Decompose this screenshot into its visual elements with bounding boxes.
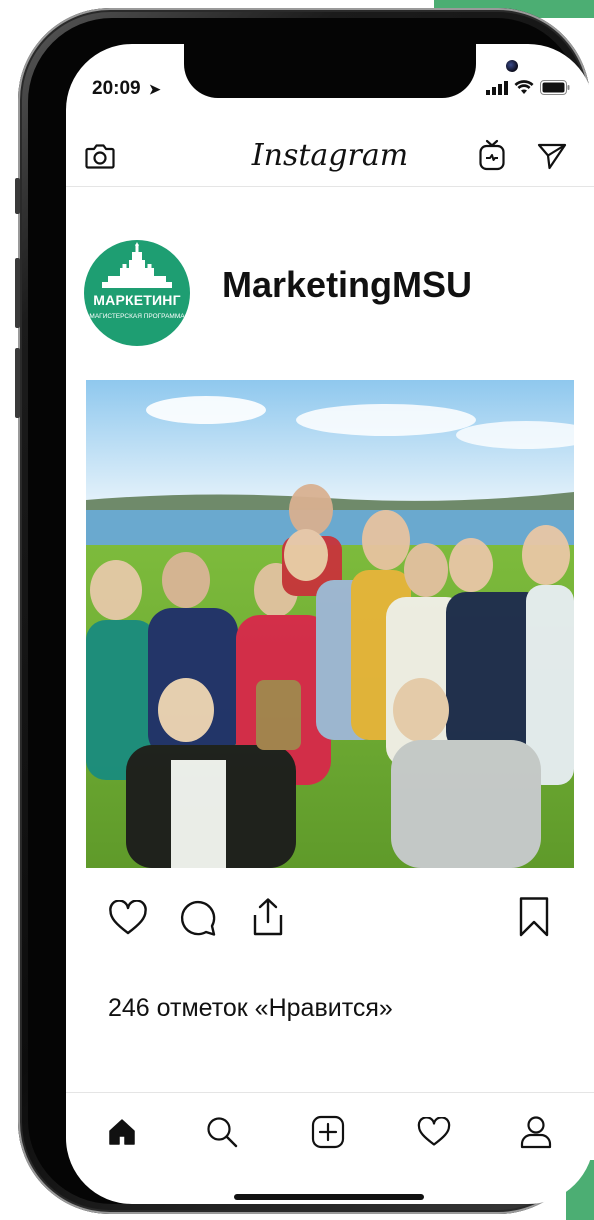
direct-send-icon[interactable] bbox=[532, 136, 572, 176]
heart-icon[interactable] bbox=[106, 896, 150, 940]
add-post-icon[interactable] bbox=[306, 1110, 350, 1154]
instagram-header: Instagram bbox=[66, 132, 594, 188]
header-divider bbox=[66, 186, 594, 187]
front-camera bbox=[506, 60, 518, 72]
signal-icon bbox=[486, 80, 508, 95]
home-icon[interactable] bbox=[100, 1110, 144, 1154]
post-header: МАРКЕТИНГ МАГИСТЕРСКАЯ ПРОГРАММА Marketi… bbox=[84, 240, 584, 346]
post-actions bbox=[66, 892, 594, 942]
wifi-icon bbox=[514, 80, 534, 94]
mute-switch bbox=[15, 178, 20, 214]
profile-icon[interactable] bbox=[514, 1110, 558, 1154]
avatar-subtitle: МАГИСТЕРСКАЯ ПРОГРАММА bbox=[89, 313, 185, 320]
share-icon[interactable] bbox=[246, 894, 290, 940]
post-photo[interactable] bbox=[86, 380, 574, 868]
volume-up-button bbox=[15, 258, 20, 328]
status-indicators bbox=[486, 80, 570, 95]
phone-screen: 20:09 ➤ Instagram МАРКЕТИНГ МАГИСТЕРСКАЯ… bbox=[66, 44, 594, 1204]
instagram-logo: Instagram bbox=[251, 138, 409, 173]
home-indicator[interactable] bbox=[234, 1194, 424, 1200]
bottom-tab-bar bbox=[66, 1106, 594, 1158]
avatar[interactable]: МАРКЕТИНГ МАГИСТЕРСКАЯ ПРОГРАММА bbox=[84, 240, 190, 346]
username[interactable]: MarketingMSU bbox=[222, 264, 472, 306]
volume-down-button bbox=[15, 348, 20, 418]
comment-icon[interactable] bbox=[176, 896, 220, 940]
status-time: 20:09 ➤ bbox=[92, 78, 161, 100]
battery-icon bbox=[540, 80, 570, 95]
activity-heart-icon[interactable] bbox=[412, 1110, 456, 1154]
phone-frame: 20:09 ➤ Instagram МАРКЕТИНГ МАГИСТЕРСКАЯ… bbox=[15, 8, 594, 1214]
bookmark-icon[interactable] bbox=[512, 894, 556, 940]
group-photo-image bbox=[86, 380, 574, 868]
avatar-title: МАРКЕТИНГ bbox=[93, 292, 181, 308]
search-icon[interactable] bbox=[200, 1110, 244, 1154]
tabbar-divider bbox=[66, 1092, 594, 1093]
status-time-text: 20:09 bbox=[92, 78, 141, 99]
igtv-icon[interactable] bbox=[472, 134, 512, 176]
notch bbox=[184, 44, 518, 98]
location-arrow-icon: ➤ bbox=[148, 81, 161, 97]
likes-count[interactable]: 246 отметок «Нравится» bbox=[108, 994, 393, 1023]
university-building-icon bbox=[102, 242, 172, 288]
